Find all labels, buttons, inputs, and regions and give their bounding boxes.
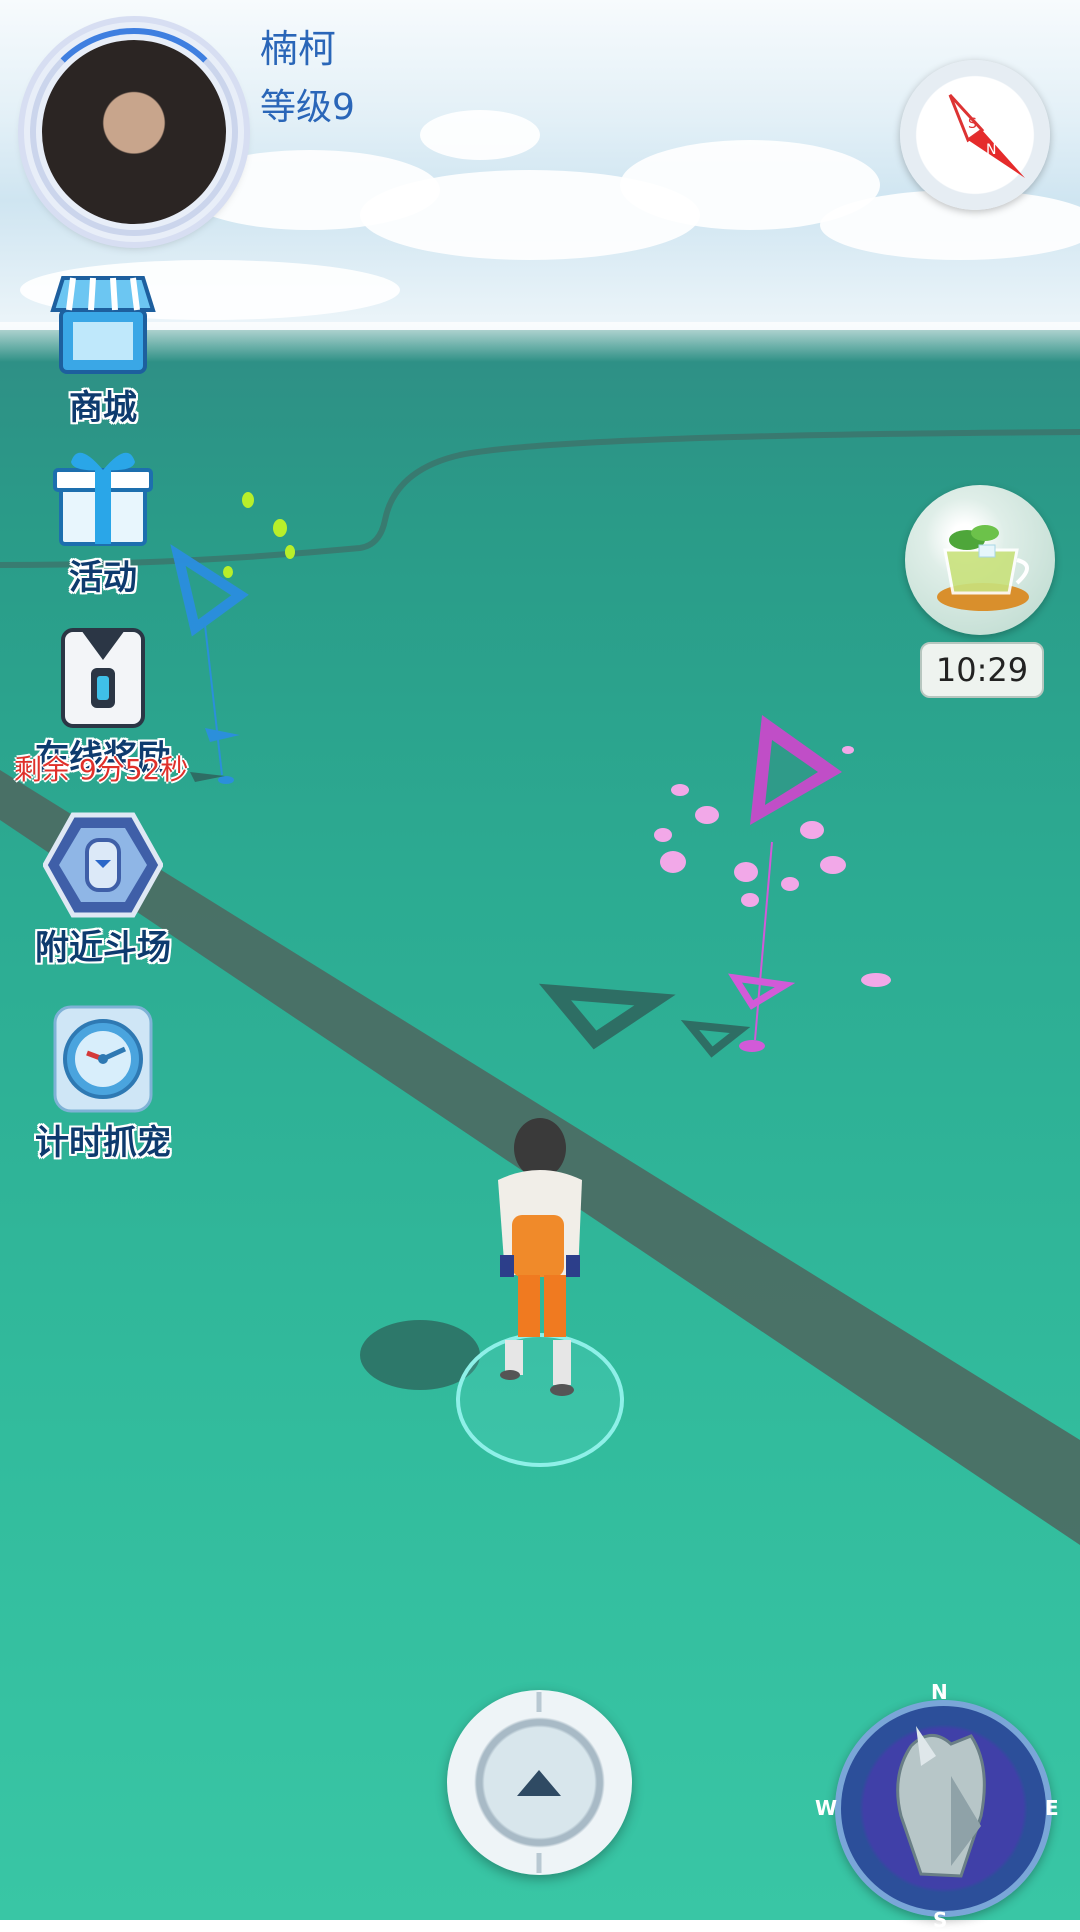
buff-button[interactable] <box>905 485 1055 635</box>
ball-icon <box>517 1692 561 1873</box>
timed-catch-label: 计时抓宠 <box>35 1123 171 1163</box>
shop-icon <box>43 270 163 380</box>
shop-button[interactable]: 商城 <box>28 270 178 429</box>
timed-catch-button[interactable]: 计时抓宠 <box>28 1005 178 1164</box>
compass-icon: S N <box>948 93 1025 178</box>
buff-timer: 10:29 <box>920 642 1044 698</box>
player-ring <box>456 1333 624 1467</box>
stopwatch-icon <box>43 1005 163 1115</box>
nearby-arena-label: 附近斗场 <box>35 928 171 968</box>
player-name: 楠柯 <box>260 27 337 71</box>
gift-icon <box>43 440 163 550</box>
radar-icon <box>896 1726 986 1878</box>
compass-button[interactable]: S N <box>900 60 1050 210</box>
arena-icon <box>42 810 164 920</box>
radar-south-label: S <box>933 1908 948 1932</box>
compass-south-label: S <box>968 116 977 132</box>
sparkles-green <box>223 492 295 578</box>
compass-north-label: N <box>986 142 996 158</box>
radar-west-label: W <box>815 1796 838 1820</box>
player-level: 等级9 <box>260 87 355 128</box>
reward-box-icon <box>43 620 163 730</box>
events-button[interactable]: 活动 <box>28 440 178 599</box>
nearby-arena-button[interactable]: 附近斗场 <box>28 810 178 969</box>
shop-label: 商城 <box>69 388 137 428</box>
radar-north-label: N <box>931 1680 948 1704</box>
nearby-radar-button[interactable]: N S W E <box>815 1680 1059 1932</box>
avatar-photo <box>42 40 226 224</box>
tea-cup-icon <box>937 525 1029 611</box>
main-menu-button[interactable] <box>447 1690 632 1875</box>
online-reward-countdown: 剩余 9分52秒 <box>14 753 189 786</box>
events-label: 活动 <box>69 558 137 598</box>
player-avatar[interactable] <box>24 22 244 242</box>
radar-east-label: E <box>1045 1796 1059 1820</box>
